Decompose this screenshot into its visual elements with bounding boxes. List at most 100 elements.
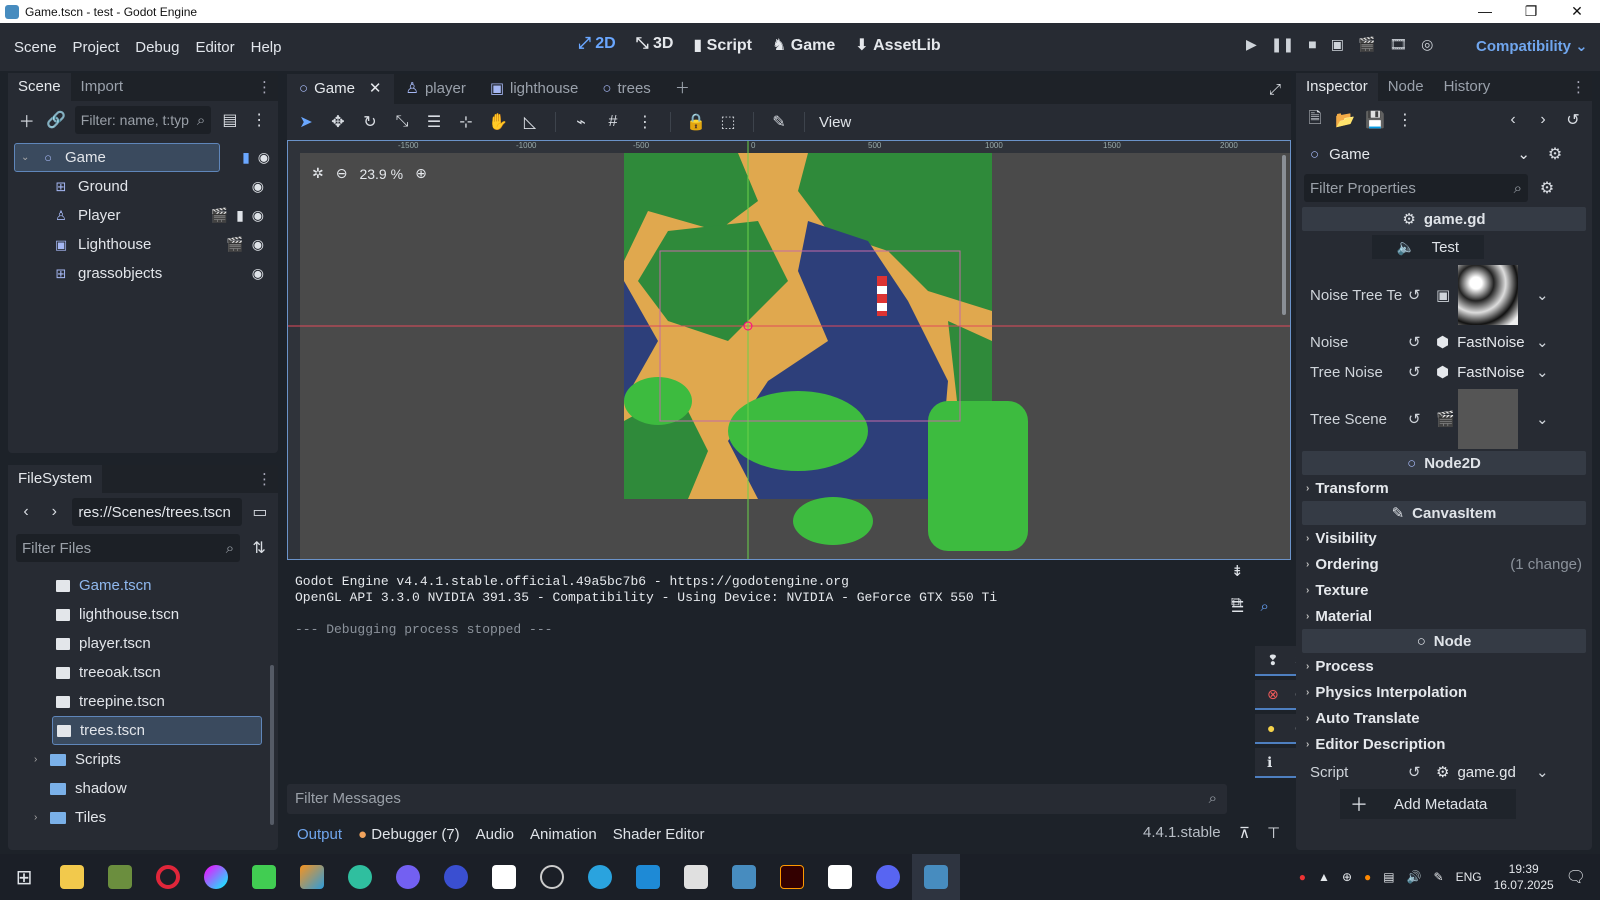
file-item[interactable]: Game.tscn bbox=[28, 571, 278, 600]
taskbar-godot-active[interactable] bbox=[912, 854, 960, 900]
file-item[interactable]: player.tscn bbox=[28, 629, 278, 658]
file-item[interactable]: lighthouse.tscn bbox=[28, 600, 278, 629]
collapse-icon[interactable]: ⌄ bbox=[21, 152, 29, 163]
tab-game[interactable]: ○ Game ✕ bbox=[287, 74, 394, 104]
language-indicator[interactable]: ENG bbox=[1456, 870, 1482, 884]
file-item[interactable]: treepine.tscn bbox=[28, 687, 278, 716]
expand-icon[interactable]: › bbox=[34, 812, 50, 823]
canvasitem-section-header[interactable]: ✎ CanvasItem bbox=[1302, 501, 1586, 525]
restore-icon[interactable]: ❐ bbox=[1508, 3, 1554, 20]
dock-menu-icon[interactable]: ⋮ bbox=[251, 78, 278, 96]
revert-icon[interactable]: ↺ bbox=[1408, 363, 1421, 381]
collapse-duplicates-icon[interactable]: ☰ bbox=[1231, 598, 1244, 616]
expand-panel-icon[interactable]: ⊤ bbox=[1267, 824, 1280, 842]
object-selector[interactable]: ○ Game ⌄ bbox=[1304, 140, 1536, 168]
tray-icon[interactable]: ● bbox=[1364, 870, 1371, 884]
attach-script-icon[interactable]: ▤ bbox=[219, 110, 240, 130]
view-menu[interactable]: View bbox=[819, 114, 851, 131]
ruler-tool-icon[interactable]: ◺ bbox=[519, 112, 541, 132]
forward-icon[interactable]: › bbox=[44, 503, 64, 521]
group-ordering[interactable]: › Ordering (1 change) bbox=[1296, 551, 1592, 577]
property-options-icon[interactable]: ⚙ bbox=[1536, 178, 1558, 198]
visibility-icon[interactable]: ◉ bbox=[252, 236, 264, 253]
filter-files-input[interactable]: Filter Files ⌕ bbox=[16, 534, 241, 562]
snap-options-icon[interactable]: ⋮ bbox=[634, 112, 656, 132]
group-transform[interactable]: › Transform bbox=[1296, 475, 1592, 501]
taskbar-app9[interactable] bbox=[432, 854, 480, 900]
menu-scene[interactable]: Scene bbox=[6, 39, 65, 56]
smart-snap-icon[interactable]: ⌁ bbox=[570, 112, 592, 132]
taskbar-app6[interactable] bbox=[288, 854, 336, 900]
list-select-icon[interactable]: ☰ bbox=[423, 112, 445, 132]
minimize-icon[interactable]: — bbox=[1462, 3, 1508, 20]
tab-audio[interactable]: Audio bbox=[476, 826, 514, 843]
script-section-header[interactable]: ⚙ game.gd bbox=[1302, 207, 1586, 231]
open-scene-icon[interactable]: 🎬 bbox=[226, 236, 243, 253]
rotate-tool-icon[interactable]: ↻ bbox=[359, 112, 381, 132]
volume-icon[interactable]: 🔊 bbox=[1407, 870, 1422, 884]
scroll-lock-icon[interactable]: ⇟ bbox=[1231, 562, 1244, 580]
workspace-2d[interactable]: ⤢ 2D bbox=[578, 35, 616, 55]
visibility-icon[interactable]: ◉ bbox=[252, 265, 264, 282]
visibility-icon[interactable]: ◉ bbox=[258, 149, 270, 166]
tab-history[interactable]: History bbox=[1434, 73, 1501, 101]
tab-import[interactable]: Import bbox=[71, 73, 134, 101]
tab-inspector[interactable]: Inspector bbox=[1296, 73, 1378, 101]
add-tab-icon[interactable]: ＋ bbox=[663, 74, 702, 104]
noise-texture-preview[interactable] bbox=[1458, 265, 1518, 325]
pen-icon[interactable]: ✎ bbox=[1434, 870, 1444, 884]
menu-editor[interactable]: Editor bbox=[187, 39, 242, 56]
tab-debugger[interactable]: ● Debugger (7) bbox=[358, 826, 460, 843]
script-icon[interactable]: ▮ bbox=[242, 149, 250, 166]
zoom-in-icon[interactable]: ⊕ bbox=[415, 165, 427, 182]
group-visibility[interactable]: › Visibility bbox=[1296, 525, 1592, 551]
play-icon[interactable]: ▶ bbox=[1246, 36, 1257, 53]
taskbar-capcut[interactable] bbox=[480, 854, 528, 900]
tab-shader-editor[interactable]: Shader Editor bbox=[613, 826, 705, 843]
tree-node-lighthouse[interactable]: ▣ Lighthouse 🎬 ◉ bbox=[14, 230, 272, 259]
script-icon[interactable]: ▮ bbox=[236, 207, 244, 224]
script-value[interactable]: ⚙ game.gd bbox=[1436, 763, 1516, 782]
chevron-down-icon[interactable]: ⌄ bbox=[1536, 410, 1549, 428]
play-scene-icon[interactable]: 🎬 bbox=[1358, 36, 1375, 53]
dock-menu-icon[interactable]: ⋮ bbox=[1565, 78, 1592, 96]
pin-icon[interactable]: ⊼ bbox=[1239, 824, 1250, 842]
group-process[interactable]: › Process bbox=[1296, 653, 1592, 679]
play-custom-scene-icon[interactable]: 🎞 bbox=[1389, 36, 1407, 53]
chevron-down-icon[interactable]: ⌄ bbox=[1536, 763, 1549, 781]
group-material[interactable]: › Material bbox=[1296, 603, 1592, 629]
taskbar-app17[interactable] bbox=[816, 854, 864, 900]
tree-scene-preview[interactable] bbox=[1458, 389, 1518, 449]
tab-node[interactable]: Node bbox=[1378, 73, 1434, 101]
tree-noise-value[interactable]: ⬢ FastNoise bbox=[1436, 363, 1525, 382]
tab-lighthouse[interactable]: ▣ lighthouse bbox=[478, 74, 591, 104]
tree-node-game[interactable]: ○ Game ⌄ bbox=[14, 143, 220, 172]
group-physics-interpolation[interactable]: › Physics Interpolation bbox=[1296, 679, 1592, 705]
object-tools-icon[interactable]: ⚙ bbox=[1544, 144, 1566, 164]
visibility-icon[interactable]: ◉ bbox=[252, 207, 264, 224]
tray-icon[interactable]: ▲ bbox=[1318, 870, 1330, 884]
scene-options-icon[interactable]: ⋮ bbox=[249, 110, 270, 130]
tray-icon[interactable]: ● bbox=[1299, 870, 1306, 884]
open-scene-icon[interactable]: 🎬 bbox=[211, 207, 228, 224]
tab-scene[interactable]: Scene bbox=[8, 73, 71, 101]
noise-value[interactable]: ⬢ FastNoise bbox=[1436, 333, 1525, 352]
node-section-header[interactable]: ○ Node bbox=[1302, 629, 1586, 653]
taskbar-explorer[interactable] bbox=[48, 854, 96, 900]
add-metadata-button[interactable]: ＋ Add Metadata bbox=[1340, 789, 1516, 819]
menu-project[interactable]: Project bbox=[65, 39, 128, 56]
taskbar-qt[interactable] bbox=[240, 854, 288, 900]
chevron-down-icon[interactable]: ⌄ bbox=[1536, 363, 1549, 381]
zoom-out-icon[interactable]: ⊖ bbox=[336, 165, 348, 182]
taskbar-telegram[interactable] bbox=[576, 854, 624, 900]
taskbar-viber[interactable] bbox=[384, 854, 432, 900]
pan-tool-icon[interactable]: ✋ bbox=[487, 112, 509, 132]
folder-item[interactable]: › Scripts bbox=[28, 745, 278, 774]
taskbar-illustrator[interactable] bbox=[768, 854, 816, 900]
filter-messages-input[interactable]: Filter Messages ⌕ bbox=[287, 784, 1227, 814]
search-icon[interactable]: ⌕ bbox=[1260, 598, 1268, 616]
clock[interactable]: 19:39 16.07.2025 bbox=[1494, 861, 1554, 893]
workspace-3d[interactable]: ⤡ 3D bbox=[636, 35, 674, 55]
resource-menu-icon[interactable]: ⋮ bbox=[1394, 110, 1416, 130]
revert-icon[interactable]: ↺ bbox=[1408, 286, 1421, 304]
